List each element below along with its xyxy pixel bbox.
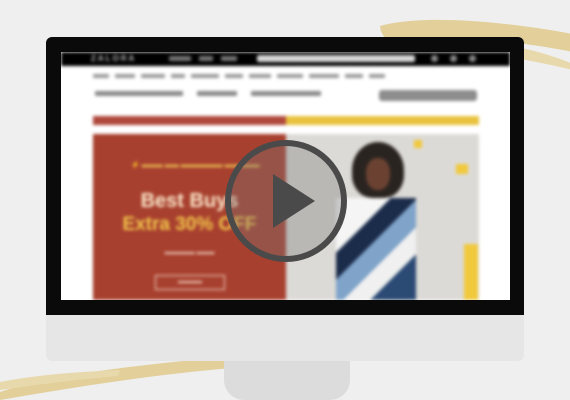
monitor-stand — [224, 361, 350, 400]
play-button[interactable] — [225, 140, 347, 262]
banner-band-left — [93, 116, 286, 125]
decor-block — [456, 164, 468, 174]
model-dress — [336, 198, 416, 300]
model-face — [366, 158, 390, 190]
decor-block — [414, 140, 422, 148]
top-nav — [169, 56, 237, 61]
search-bar — [257, 55, 415, 62]
decor-block — [464, 244, 478, 300]
hero-shop-button: ▬▬▬▬ — [155, 275, 225, 290]
site-logo: ZALORA — [91, 54, 137, 63]
play-icon — [273, 174, 315, 228]
site-header: ZALORA — [61, 52, 510, 66]
account-icon — [431, 55, 438, 62]
banner-band-right — [286, 116, 479, 125]
wishlist-icon — [469, 55, 476, 62]
promo-strip — [95, 91, 321, 96]
bag-icon — [450, 55, 457, 62]
header-icons — [431, 55, 476, 62]
monitor-chin — [46, 315, 524, 361]
promo-pill — [379, 90, 477, 101]
category-nav — [93, 74, 385, 78]
